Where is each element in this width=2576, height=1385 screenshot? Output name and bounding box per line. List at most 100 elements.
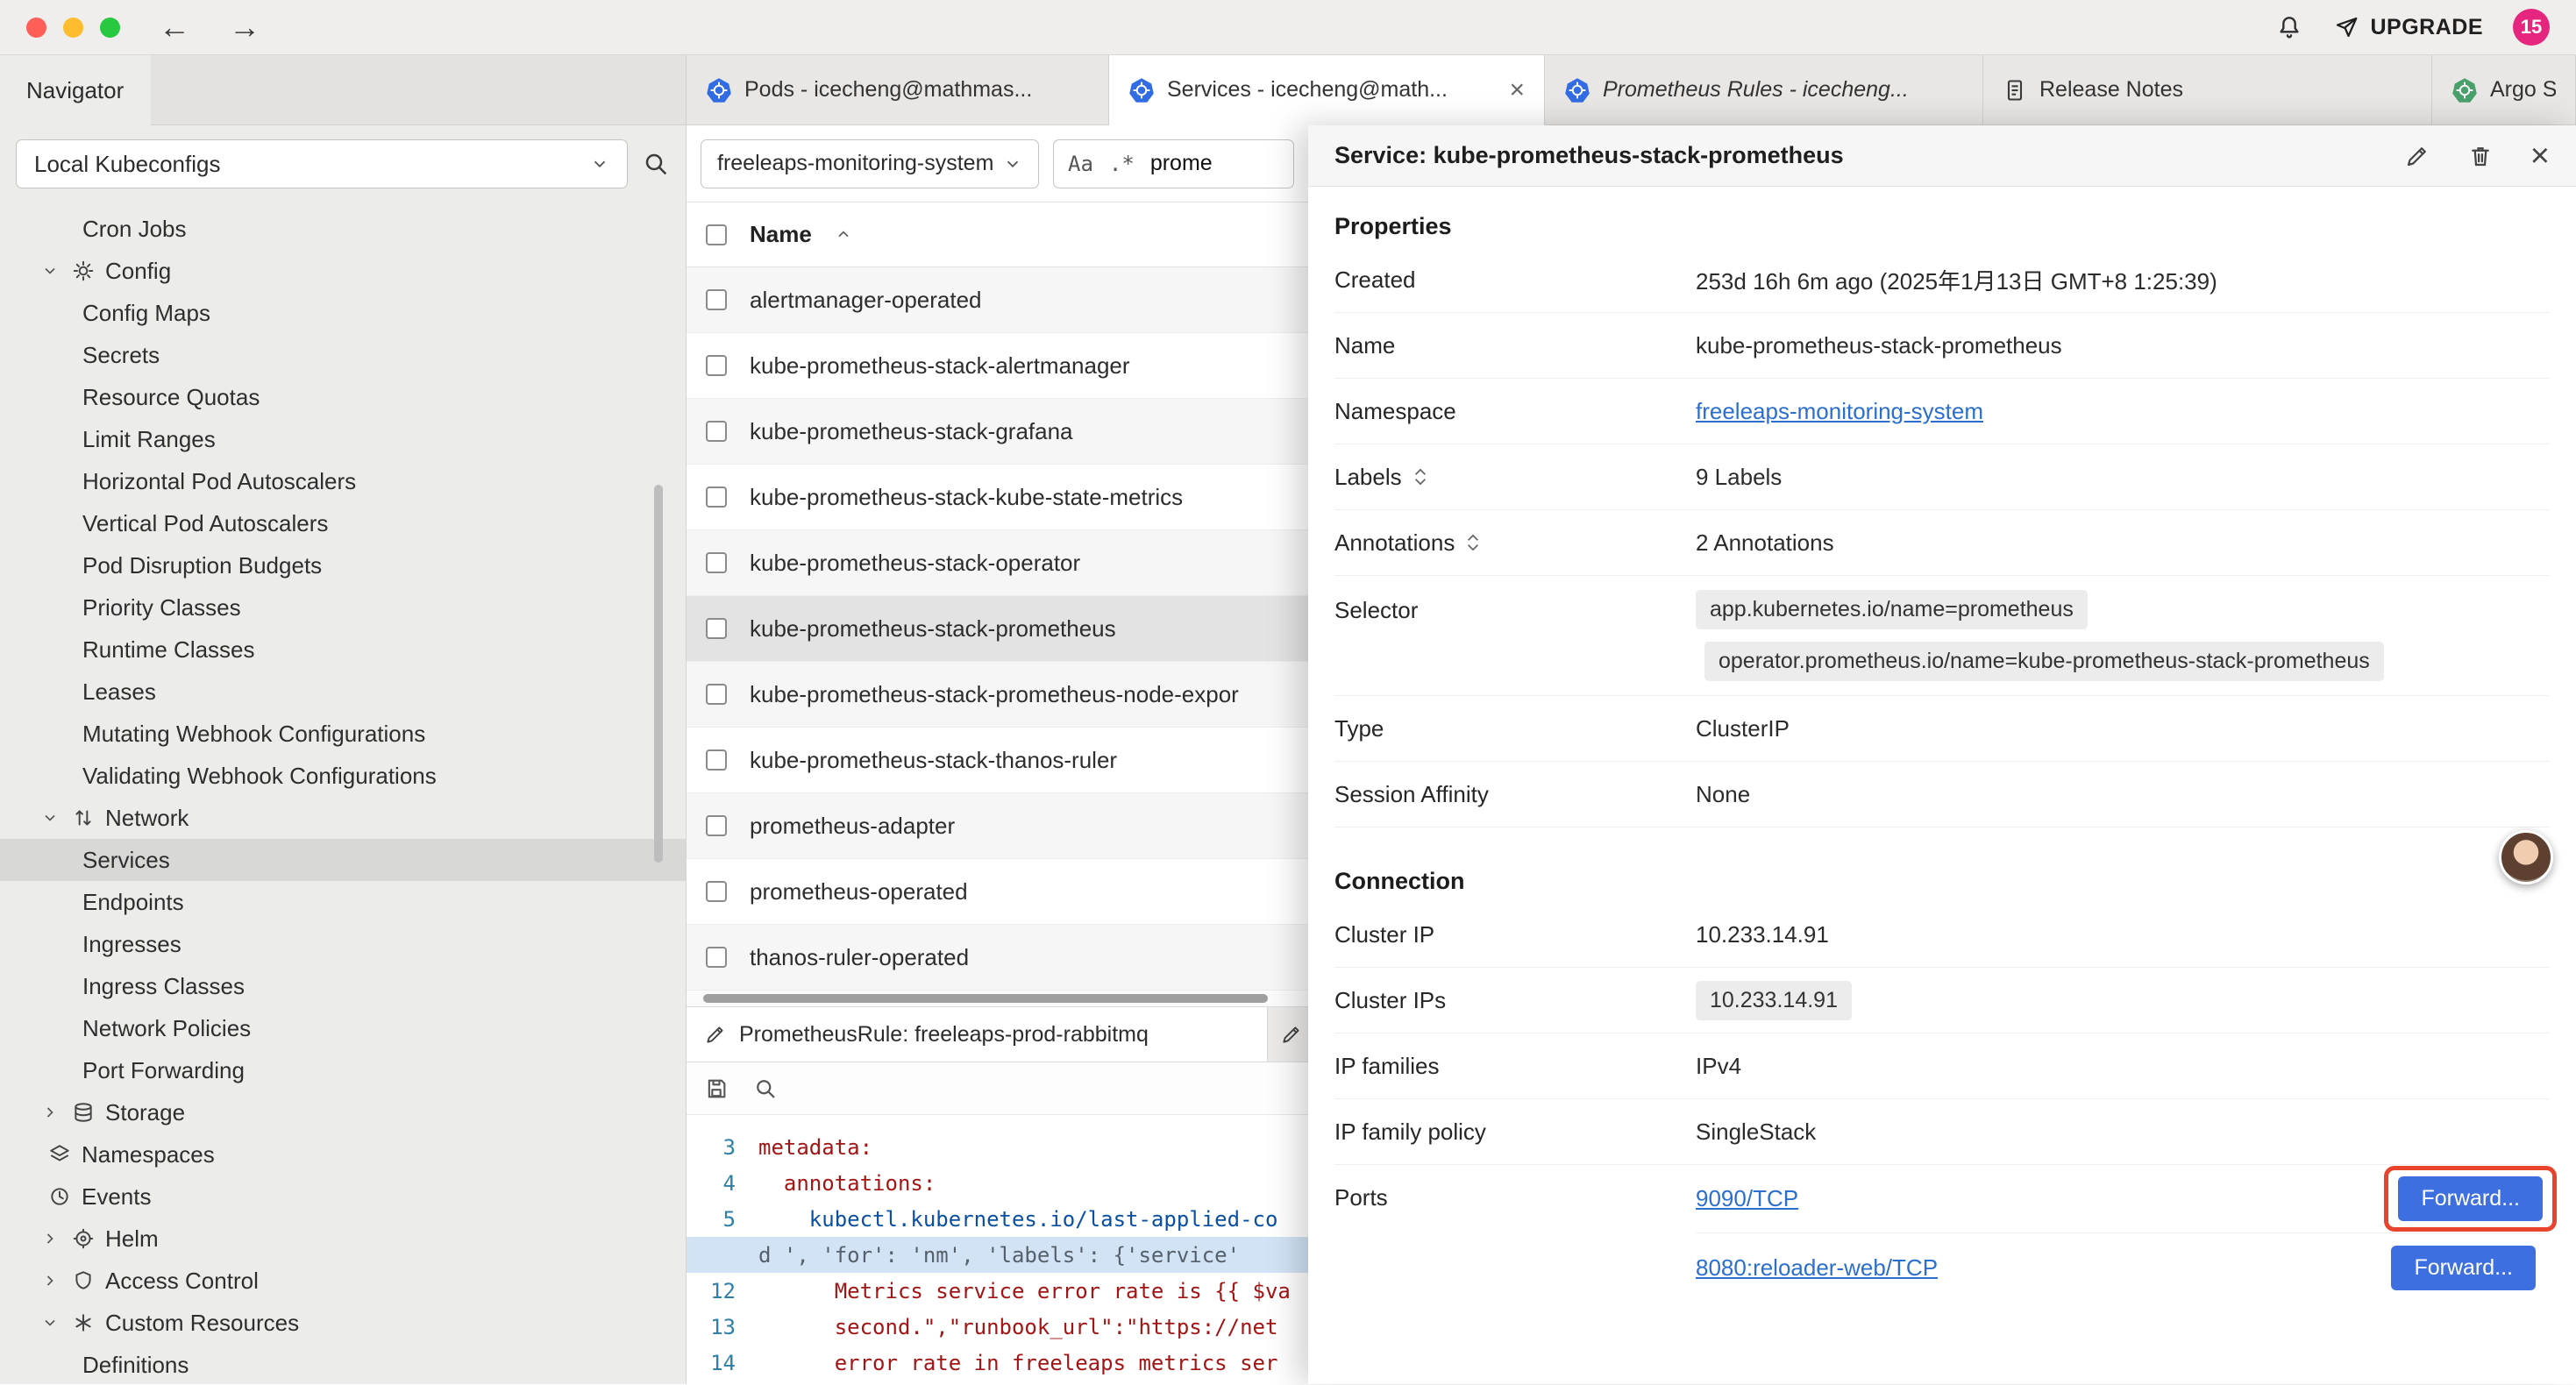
horizontal-scrollbar[interactable] xyxy=(687,991,1308,1006)
close-tab-icon[interactable]: × xyxy=(1509,77,1525,103)
dock-tab-partial[interactable] xyxy=(1268,1007,1308,1062)
upgrade-button[interactable]: UPGRADE xyxy=(2333,14,2483,40)
sidebar-item-mutating-webhook-configurations[interactable]: Mutating Webhook Configurations xyxy=(0,713,686,755)
row-checkbox[interactable] xyxy=(706,487,727,508)
tab-services[interactable]: Services - icecheng@math... × xyxy=(1109,55,1545,125)
row-checkbox[interactable] xyxy=(706,684,727,705)
forward-button-9090[interactable]: Forward... xyxy=(2398,1176,2543,1221)
sidebar-item-config-maps[interactable]: Config Maps xyxy=(0,292,686,334)
sidebar-item-definitions[interactable]: Definitions xyxy=(0,1344,686,1384)
sidebar-group-custom-resources[interactable]: Custom Resources xyxy=(0,1302,686,1344)
close-drawer-icon[interactable]: × xyxy=(2530,139,2550,173)
sidebar-item-horizontal-pod-autoscalers[interactable]: Horizontal Pod Autoscalers xyxy=(0,460,686,502)
sort-asc-icon[interactable] xyxy=(835,226,852,244)
name-column-header[interactable]: Name xyxy=(750,221,812,248)
sidebar-item-leases[interactable]: Leases xyxy=(0,671,686,713)
editor-search-icon[interactable] xyxy=(753,1076,778,1101)
tab-prometheus-rules[interactable]: Prometheus Rules - icecheng... xyxy=(1545,55,1983,125)
sidebar-group-network[interactable]: Network xyxy=(0,797,686,839)
table-row[interactable]: kube-prometheus-stack-alertmanager xyxy=(687,333,1308,399)
namespace-select[interactable]: freeleaps-monitoring-system xyxy=(701,139,1039,188)
notification-count-badge[interactable]: 15 xyxy=(2513,9,2550,46)
expand-collapse-icon[interactable] xyxy=(1465,531,1481,554)
filter-value: prome xyxy=(1150,151,1213,176)
sidebar-scrollbar[interactable] xyxy=(654,485,663,863)
yaml-editor[interactable]: 3metadata: 4 annotations: 5 kubectl.kube… xyxy=(687,1115,1308,1384)
row-checkbox[interactable] xyxy=(706,552,727,573)
chevron-down-icon xyxy=(1003,154,1022,174)
sidebar-item-services[interactable]: Services xyxy=(0,839,686,881)
sidebar-item-network-policies[interactable]: Network Policies xyxy=(0,1007,686,1049)
table-row-selected[interactable]: kube-prometheus-stack-prometheus xyxy=(687,596,1308,662)
sidebar-search-icon[interactable] xyxy=(642,150,670,178)
table-row[interactable]: kube-prometheus-stack-operator xyxy=(687,530,1308,596)
sidebar-group-helm[interactable]: Helm xyxy=(0,1218,686,1260)
sidebar-item-runtime-classes[interactable]: Runtime Classes xyxy=(0,629,686,671)
table-row[interactable]: kube-prometheus-stack-thanos-ruler xyxy=(687,728,1308,793)
port-link-8080-reloader-web[interactable]: 8080:reloader-web/TCP xyxy=(1696,1254,1938,1282)
save-icon[interactable] xyxy=(704,1076,729,1101)
sidebar-item-vertical-pod-autoscalers[interactable]: Vertical Pod Autoscalers xyxy=(0,502,686,544)
forward-button[interactable]: → xyxy=(229,9,260,46)
row-checkbox[interactable] xyxy=(706,421,727,442)
sidebar-item-port-forwarding[interactable]: Port Forwarding xyxy=(0,1049,686,1091)
table-row[interactable]: kube-prometheus-stack-grafana xyxy=(687,399,1308,465)
table-row[interactable]: prometheus-adapter xyxy=(687,793,1308,859)
row-checkbox[interactable] xyxy=(706,355,727,376)
match-case-toggle[interactable]: Aa xyxy=(1068,152,1093,176)
kubeconfig-select[interactable]: Local Kubeconfigs xyxy=(16,139,628,188)
filter-input[interactable]: Aa .* prome xyxy=(1053,139,1294,188)
sidebar-group-storage[interactable]: Storage xyxy=(0,1091,686,1133)
sidebar-item-ingresses[interactable]: Ingresses xyxy=(0,923,686,965)
sidebar-item-ingress-classes[interactable]: Ingress Classes xyxy=(0,965,686,1007)
notifications-bell-icon[interactable] xyxy=(2275,13,2303,41)
table-row[interactable]: kube-prometheus-stack-prometheus-node-ex… xyxy=(687,662,1308,728)
row-checkbox[interactable] xyxy=(706,749,727,771)
table-row[interactable]: prometheus-operated xyxy=(687,859,1308,925)
tab-argo[interactable]: Argo S xyxy=(2432,55,2576,125)
scrollbar-thumb[interactable] xyxy=(703,994,1268,1003)
forward-button-8080[interactable]: Forward... xyxy=(2391,1246,2536,1290)
regex-toggle[interactable]: .* xyxy=(1109,152,1135,176)
trash-icon[interactable] xyxy=(2467,143,2494,169)
edit-pencil-icon[interactable] xyxy=(2404,143,2430,169)
sidebar-item-namespaces[interactable]: Namespaces xyxy=(0,1133,686,1175)
select-all-checkbox[interactable] xyxy=(706,224,727,245)
sidebar-item-events[interactable]: Events xyxy=(0,1175,686,1218)
table-row[interactable]: alertmanager-operated xyxy=(687,267,1308,333)
sidebar-item-secrets[interactable]: Secrets xyxy=(0,334,686,376)
row-checkbox[interactable] xyxy=(706,618,727,639)
tab-release-notes[interactable]: Release Notes xyxy=(1983,55,2432,125)
sidebar-item-cron-jobs[interactable]: Cron Jobs xyxy=(0,208,686,250)
selector-badge: app.kubernetes.io/name=prometheus xyxy=(1696,590,2088,629)
property-row-annotations: Annotations 2 Annotations xyxy=(1334,510,2550,576)
expand-collapse-icon[interactable] xyxy=(1413,465,1428,488)
row-checkbox[interactable] xyxy=(706,815,727,836)
sidebar-item-limit-ranges[interactable]: Limit Ranges xyxy=(0,418,686,460)
sidebar-item-endpoints[interactable]: Endpoints xyxy=(0,881,686,923)
navigator-panel-tab[interactable]: Navigator xyxy=(0,55,151,125)
sidebar-item-priority-classes[interactable]: Priority Classes xyxy=(0,586,686,629)
tab-pods[interactable]: Pods - icecheng@mathmas... xyxy=(687,55,1109,125)
sidebar-group-config[interactable]: Config xyxy=(0,250,686,292)
line-number: 4 xyxy=(687,1171,758,1196)
sidebar-item-validating-webhook-configurations[interactable]: Validating Webhook Configurations xyxy=(0,755,686,797)
sidebar-group-access-control[interactable]: Access Control xyxy=(0,1260,686,1302)
table-row[interactable]: kube-prometheus-stack-kube-state-metrics xyxy=(687,465,1308,530)
namespace-link[interactable]: freeleaps-monitoring-system xyxy=(1696,398,1983,424)
window-minimize-button[interactable] xyxy=(63,18,83,38)
dock-tab-prometheusrule[interactable]: PrometheusRule: freeleaps-prod-rabbitmq xyxy=(687,1007,1268,1062)
row-checkbox[interactable] xyxy=(706,289,727,310)
property-row-session-affinity: Session Affinity None xyxy=(1334,762,2550,827)
row-checkbox[interactable] xyxy=(706,947,727,968)
back-button[interactable]: ← xyxy=(159,9,190,46)
window-zoom-button[interactable] xyxy=(100,18,120,38)
row-checkbox[interactable] xyxy=(706,881,727,902)
table-row[interactable]: thanos-ruler-operated xyxy=(687,925,1308,991)
avatar[interactable] xyxy=(2499,830,2553,884)
property-row-namespace: Namespace freeleaps-monitoring-system xyxy=(1334,379,2550,444)
sidebar-item-pod-disruption-budgets[interactable]: Pod Disruption Budgets xyxy=(0,544,686,586)
sidebar-item-resource-quotas[interactable]: Resource Quotas xyxy=(0,376,686,418)
port-link-9090[interactable]: 9090/TCP xyxy=(1696,1185,1798,1212)
window-close-button[interactable] xyxy=(26,18,46,38)
